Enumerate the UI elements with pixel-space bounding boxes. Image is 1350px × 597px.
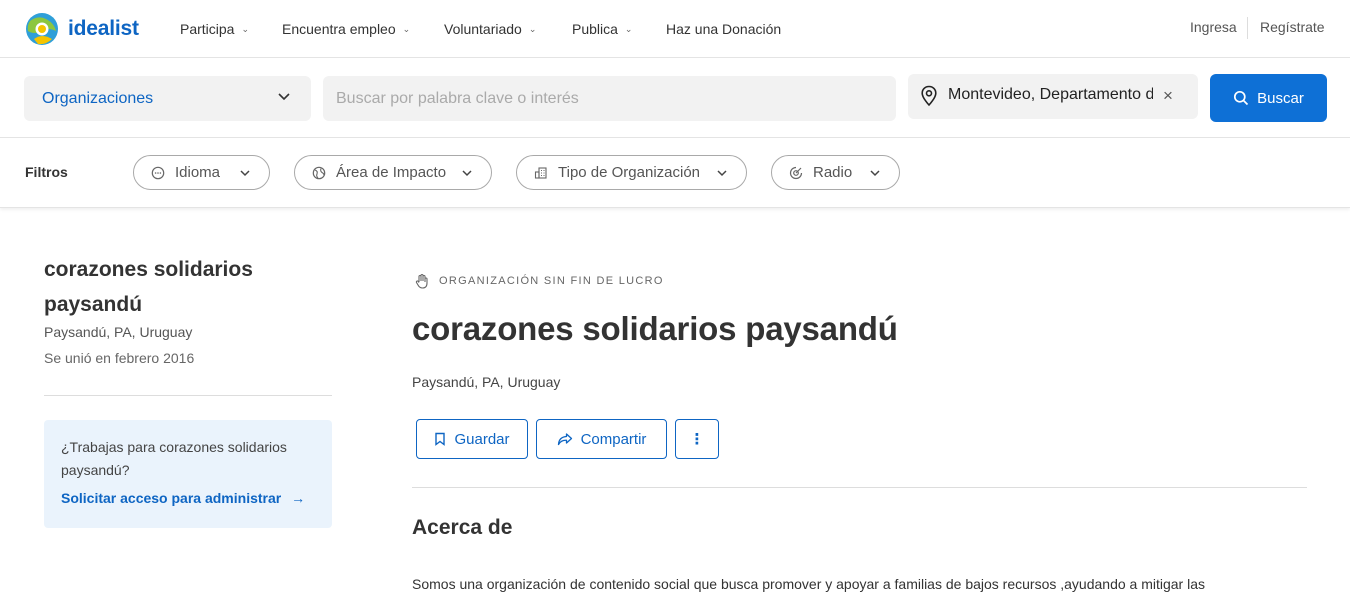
filter-tipo-organizacion[interactable]: Tipo de Organización: [516, 155, 747, 190]
login-link[interactable]: Ingresa: [1190, 19, 1237, 39]
hand-icon: [415, 273, 428, 289]
about-heading: Acerca de: [412, 516, 513, 539]
organization-type-label: ORGANIZACIÓN SIN FIN DE LUCRO: [439, 275, 664, 287]
chevron-down-icon: [870, 170, 880, 177]
filter-tipo-organizacion-label: Tipo de Organización: [558, 164, 701, 181]
chevron-down-icon: [717, 170, 727, 177]
page-title: corazones solidarios paysandú: [412, 310, 898, 347]
bookmark-icon: [435, 432, 446, 446]
signup-link[interactable]: Regístrate: [1260, 19, 1325, 39]
save-button[interactable]: Guardar: [416, 419, 528, 459]
search-button-label: Buscar: [1257, 89, 1304, 107]
nav-participa-label: Participa: [180, 21, 235, 37]
search-bar: Organizaciones Montevideo, Departamento …: [0, 58, 1350, 138]
filter-idioma[interactable]: Idioma: [133, 155, 270, 190]
share-arrow-icon: [557, 433, 572, 446]
clear-location-icon[interactable]: ×: [1163, 86, 1173, 106]
category-select-value: Organizaciones: [42, 89, 154, 107]
filter-radio[interactable]: Radio: [771, 155, 900, 190]
arrow-right-icon: →: [291, 490, 306, 506]
building-icon: [534, 166, 547, 179]
claim-organization-box: ¿Trabajas para corazones solidarios pays…: [44, 420, 332, 528]
keyword-search-input[interactable]: [323, 76, 896, 121]
sidebar-location: Paysandú, PA, Uruguay: [44, 324, 193, 340]
filters-label: Filtros: [25, 164, 68, 180]
chevron-down-icon: ⌄: [402, 23, 411, 34]
location-field[interactable]: Montevideo, Departamento de Montevideo, …: [908, 74, 1198, 119]
more-vertical-icon: ⋮: [689, 431, 705, 448]
nav-divider: [1247, 17, 1248, 39]
nav-publica-label: Publica: [572, 21, 618, 37]
nav-participa[interactable]: Participa ⌄: [180, 19, 249, 39]
organization-location: Paysandú, PA, Uruguay: [412, 374, 561, 390]
search-button[interactable]: Buscar: [1210, 74, 1327, 122]
filters-bar: Filtros Idioma Área de Impacto Tipo de O…: [0, 138, 1350, 208]
idealist-globe-logo-icon: [26, 13, 58, 45]
map-pin-icon: [921, 85, 937, 107]
nav-voluntariado[interactable]: Voluntariado ⌄: [444, 19, 536, 39]
claim-access-link-label: Solicitar acceso para administrar: [61, 490, 282, 506]
filter-area-impacto[interactable]: Área de Impacto: [294, 155, 492, 190]
filter-radio-label: Radio: [813, 164, 853, 181]
nav-donacion[interactable]: Haz una Donación: [666, 19, 781, 39]
globe-icon: [312, 166, 326, 179]
nav-donacion-label: Haz una Donación: [666, 21, 782, 37]
chat-bubble-icon: [151, 166, 165, 179]
more-options-button[interactable]: ⋮: [675, 419, 719, 459]
nav-publica[interactable]: Publica ⌄: [572, 19, 632, 39]
claim-question: ¿Trabajas para corazones solidarios pays…: [61, 439, 287, 478]
chevron-down-icon: ⌄: [528, 23, 537, 34]
logo-text: idealist: [68, 17, 139, 40]
sidebar-joined-date: Se unió en febrero 2016: [44, 350, 195, 366]
radius-icon: [789, 166, 803, 179]
search-icon: [1234, 90, 1249, 106]
nav-encuentra-empleo-label: Encuentra empleo: [282, 21, 396, 37]
filter-area-impacto-label: Área de Impacto: [336, 164, 447, 181]
chevron-down-icon: [462, 170, 472, 177]
nav-encuentra-empleo[interactable]: Encuentra empleo ⌄: [282, 19, 410, 39]
claim-access-link[interactable]: Solicitar acceso para administrar →: [61, 490, 305, 506]
save-button-label: Guardar: [454, 430, 510, 448]
share-button[interactable]: Compartir: [536, 419, 667, 459]
chevron-down-icon: ⌄: [624, 23, 633, 34]
filter-idioma-label: Idioma: [175, 164, 221, 181]
nav-voluntariado-label: Voluntariado: [444, 21, 522, 37]
sidebar-org-name: corazones solidarios paysandú: [44, 258, 253, 316]
location-value: Montevideo, Departamento de Montevideo, …: [948, 86, 1153, 103]
chevron-down-icon: ⌄: [241, 23, 250, 34]
logo[interactable]: idealist: [24, 11, 139, 47]
main-divider: [412, 487, 1307, 488]
category-select[interactable]: Organizaciones: [24, 76, 311, 121]
chevron-down-icon: [278, 93, 290, 101]
about-text: Somos una organización de contenido soci…: [412, 576, 1206, 592]
sidebar-divider: [44, 395, 332, 396]
chevron-down-icon: [240, 170, 250, 177]
share-button-label: Compartir: [580, 430, 647, 448]
top-navigation: idealist Participa ⌄ Encuentra empleo ⌄ …: [0, 0, 1350, 58]
